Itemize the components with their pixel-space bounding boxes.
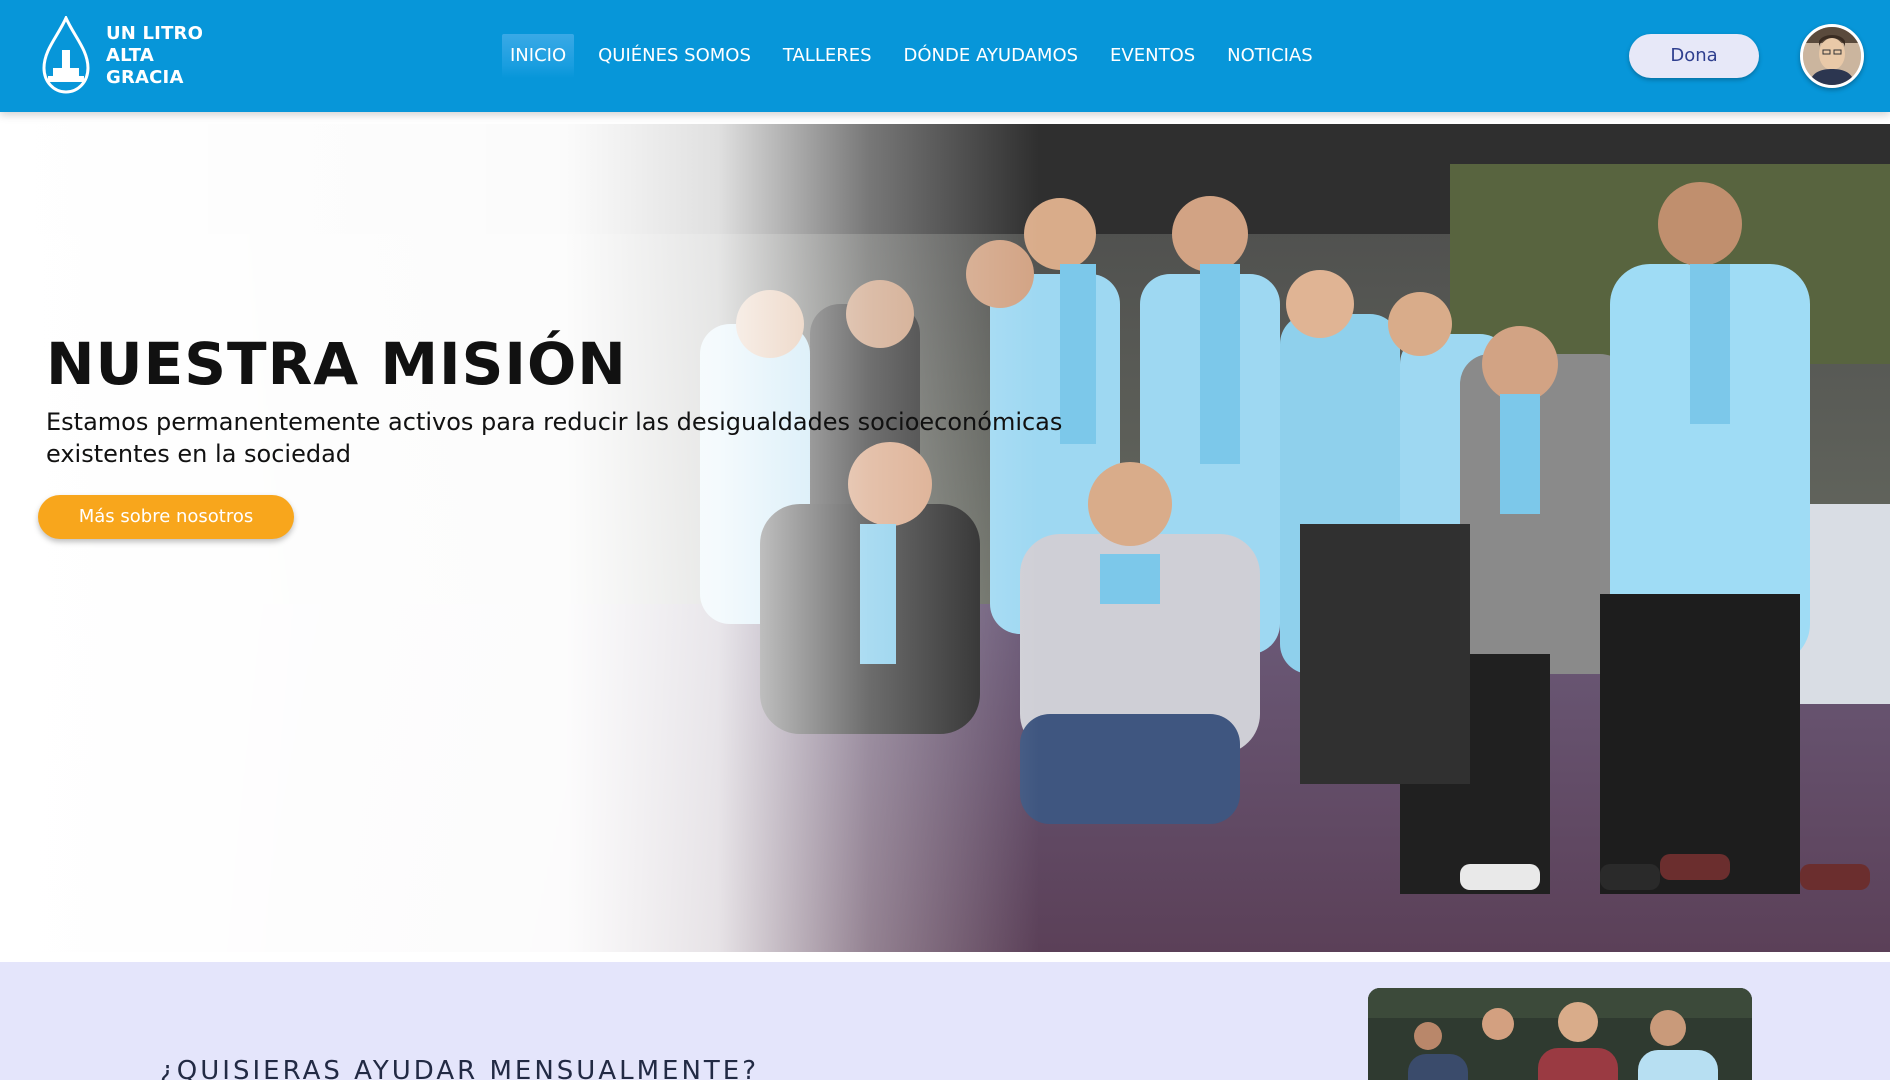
donate-button[interactable]: Dona [1629,34,1759,78]
monthly-donation-title: ¿QUISIERAS AYUDAR MENSUALMENTE? [160,1056,760,1080]
monthly-donation-section: ¿QUISIERAS AYUDAR MENSUALMENTE? [0,962,1890,1080]
hero-section: NUESTRA MISIÓN Estamos permanentemente a… [0,124,1890,952]
logo-text: UN LITRO ALTA GRACIA [106,23,238,89]
nav-item-talleres[interactable]: TALLERES [775,34,880,78]
logo-line-2: ALTA GRACIA [105,45,184,88]
nav-item-inicio[interactable]: INICIO [502,34,575,78]
hero-title: NUESTRA MISIÓN [46,330,627,398]
user-avatar[interactable] [1800,24,1864,88]
logo-line-1: UN LITRO [105,23,204,44]
nav-item-eventos[interactable]: EVENTOS [1102,34,1203,78]
user-avatar-icon [1803,27,1861,85]
children-photo [1368,988,1752,1080]
top-navbar: UN LITRO ALTA GRACIA INICIO QUIÉNES SOMO… [0,0,1890,112]
hero-fade-overlay [0,124,1890,952]
nav-item-quienes-somos[interactable]: QUIÉNES SOMOS [590,34,759,78]
more-about-us-button[interactable]: Más sobre nosotros [38,495,294,539]
water-drop-logo-icon [42,16,90,94]
children-photo-icon [1368,988,1752,1080]
main-nav: INICIO QUIÉNES SOMOS TALLERES DÓNDE AYUD… [502,34,1337,78]
site-logo[interactable]: UN LITRO ALTA GRACIA [38,16,238,96]
hero-subtitle: Estamos permanentemente activos para red… [46,408,1063,468]
nav-item-donde-ayudamos[interactable]: DÓNDE AYUDAMOS [896,34,1087,78]
nav-item-noticias[interactable]: NOTICIAS [1219,34,1321,78]
